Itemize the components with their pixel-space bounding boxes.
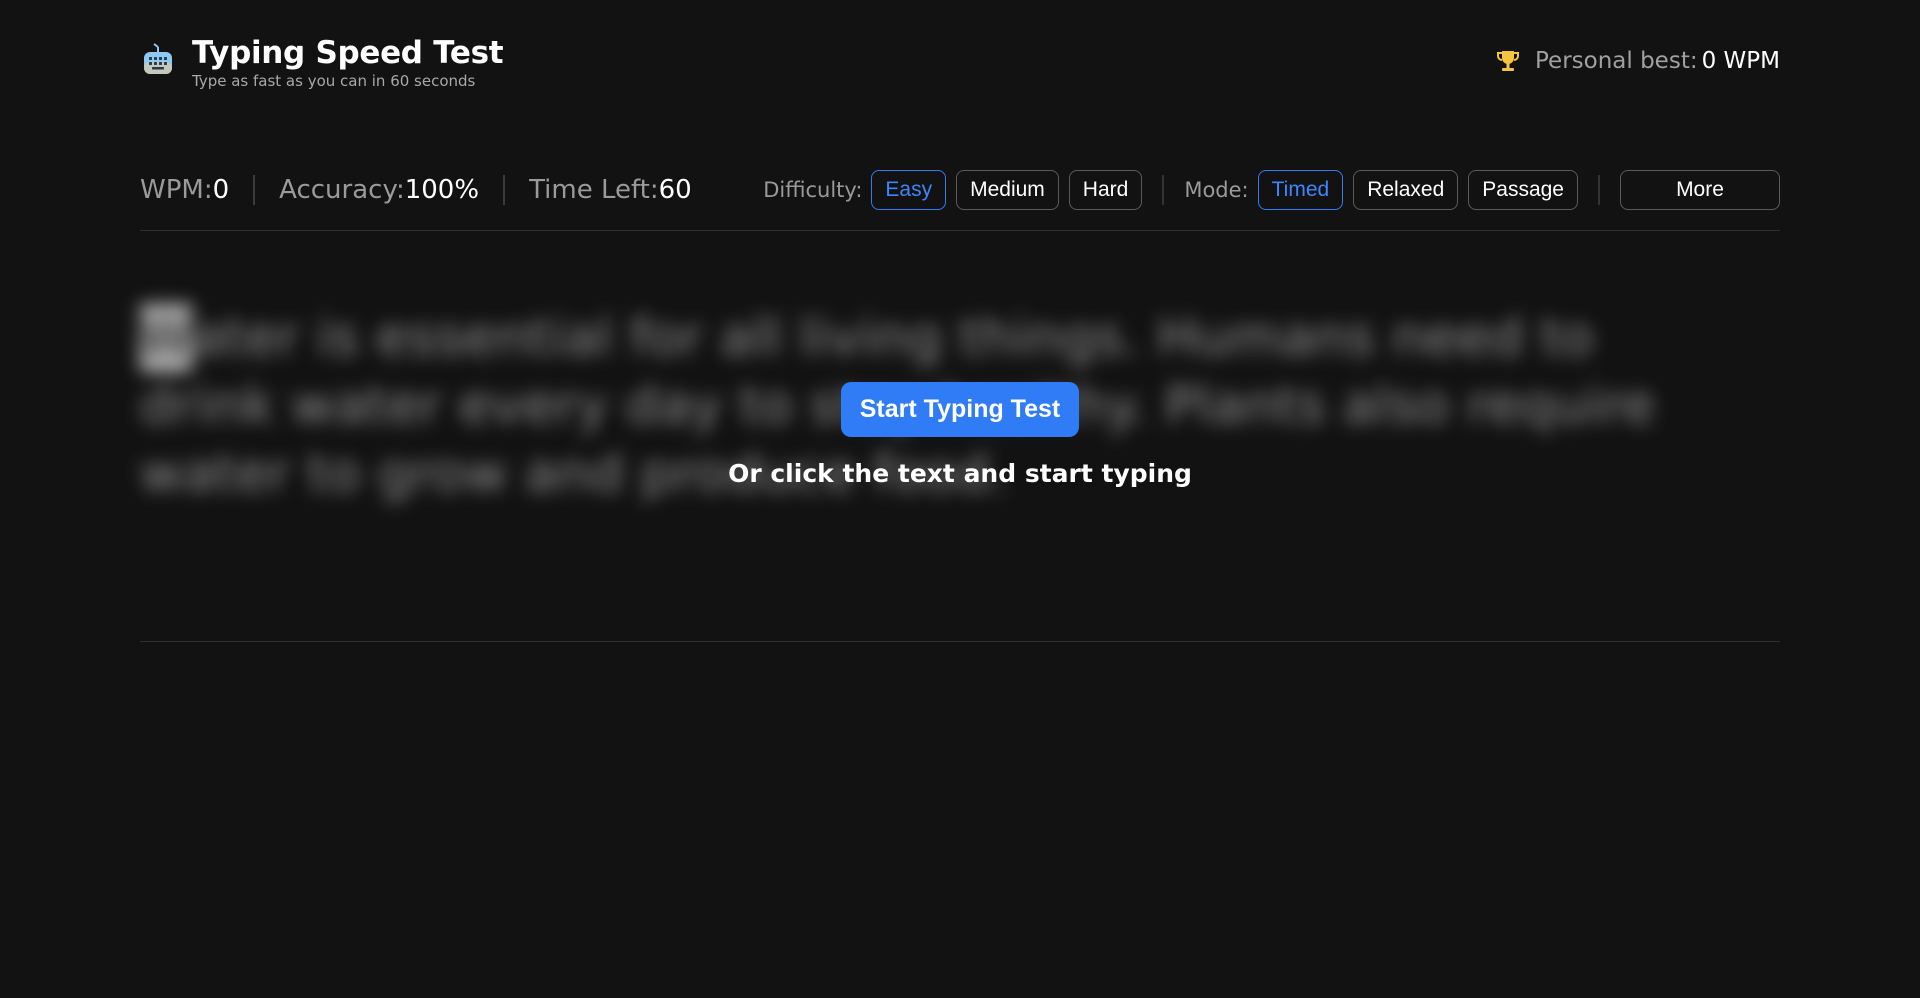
mode-timed-button[interactable]: Timed	[1257, 170, 1344, 210]
divider	[1162, 175, 1165, 205]
start-typing-test-button[interactable]: Start Typing Test	[840, 382, 1080, 437]
settings-controls: Difficulty: Easy Medium Hard Mode: Timed…	[763, 166, 1780, 214]
mode-label: Mode:	[1184, 178, 1249, 202]
difficulty-medium-button[interactable]: Medium	[956, 170, 1059, 210]
more-button[interactable]: More	[1620, 170, 1780, 210]
personal-best: Personal best: 0 WPM	[1495, 48, 1780, 74]
divider	[253, 175, 256, 205]
header: Typing Speed Test Type as fast as you ca…	[140, 34, 1780, 94]
difficulty-easy-button[interactable]: Easy	[871, 170, 947, 210]
app-title: Typing Speed Test	[192, 35, 504, 71]
mode-relaxed-button[interactable]: Relaxed	[1353, 170, 1459, 210]
divider	[503, 175, 506, 205]
bottom-divider	[140, 641, 1780, 642]
stats-toolbar: WPM:0 Accuracy:100% Time Left:60 Difficu…	[140, 166, 1780, 214]
mode-passage-button[interactable]: Passage	[1468, 170, 1578, 210]
time-left-stat: Time Left:60	[529, 175, 692, 205]
stats-group: WPM:0 Accuracy:100% Time Left:60	[140, 166, 692, 214]
divider	[1598, 175, 1600, 205]
top-divider	[140, 230, 1780, 231]
difficulty-label: Difficulty:	[763, 178, 863, 202]
accuracy-stat: Accuracy:100%	[279, 175, 479, 205]
app-subtitle: Type as fast as you can in 60 seconds	[192, 72, 476, 90]
accuracy-value: 100%	[404, 175, 480, 205]
time-left-value: 60	[658, 175, 692, 205]
wpm-label: WPM:	[140, 175, 213, 205]
accuracy-label: Accuracy:	[279, 175, 405, 205]
wpm-stat: WPM:0	[140, 175, 229, 205]
current-char: W	[140, 304, 192, 372]
wpm-value: 0	[212, 175, 230, 205]
time-left-label: Time Left:	[529, 175, 659, 205]
difficulty-hard-button[interactable]: Hard	[1068, 170, 1143, 210]
app-page: Typing Speed Test Type as fast as you ca…	[0, 0, 1920, 998]
personal-best-value: 0 WPM	[1701, 48, 1780, 74]
personal-best-label: Personal best:	[1535, 48, 1698, 74]
brand: Typing Speed Test Type as fast as you ca…	[140, 34, 504, 90]
start-overlay: Start Typing Test Or click the text and …	[140, 382, 1780, 488]
keyboard-robot-icon	[144, 43, 172, 74]
typing-area[interactable]: Water is essential for all living things…	[140, 304, 1780, 544]
brand-text: Typing Speed Test Type as fast as you ca…	[192, 34, 504, 90]
trophy-icon	[1497, 51, 1519, 71]
start-hint: Or click the text and start typing	[728, 459, 1192, 488]
